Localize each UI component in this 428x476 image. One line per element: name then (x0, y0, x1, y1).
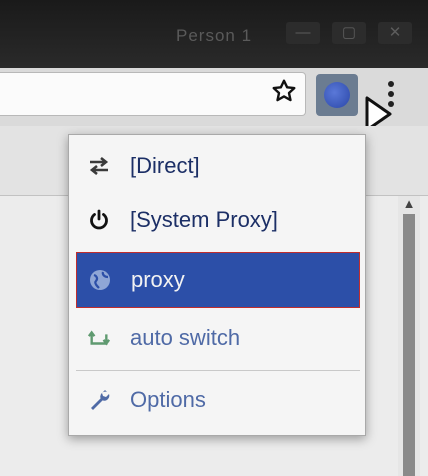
close-button[interactable]: ✕ (378, 22, 412, 44)
menu-item-proxy[interactable]: proxy (76, 252, 360, 308)
minimize-button[interactable]: — (286, 22, 320, 44)
swap-arrows-icon (88, 155, 110, 177)
globe-icon (324, 82, 350, 108)
maximize-button[interactable]: ▢ (332, 22, 366, 44)
scrollbar-thumb[interactable] (403, 214, 415, 476)
menu-item-label: auto switch (130, 325, 241, 350)
menu-item-options[interactable]: Options (76, 372, 360, 428)
menu-item-label: proxy (131, 267, 185, 292)
menu-item-auto-switch[interactable]: auto switch (76, 310, 360, 366)
star-outline-icon-svg (272, 79, 296, 102)
menu-item-direct[interactable]: [Direct] (76, 138, 360, 194)
menu-item-label: Options (130, 387, 206, 412)
menu-divider (76, 370, 360, 371)
scroll-up-arrow-icon[interactable]: ▲ (402, 196, 416, 212)
address-bar[interactable] (0, 72, 306, 116)
globe-icon (89, 269, 111, 291)
menu-item-label: [System Proxy] (130, 207, 278, 232)
menu-item-system-proxy[interactable]: [System Proxy] (76, 192, 360, 248)
wrench-icon (88, 389, 110, 411)
menu-item-label: [Direct] (130, 153, 200, 178)
profile-name[interactable]: Person 1 (176, 26, 252, 46)
auto-switch-icon (88, 327, 110, 349)
star-outline-icon[interactable] (268, 78, 300, 110)
power-icon (88, 209, 110, 231)
